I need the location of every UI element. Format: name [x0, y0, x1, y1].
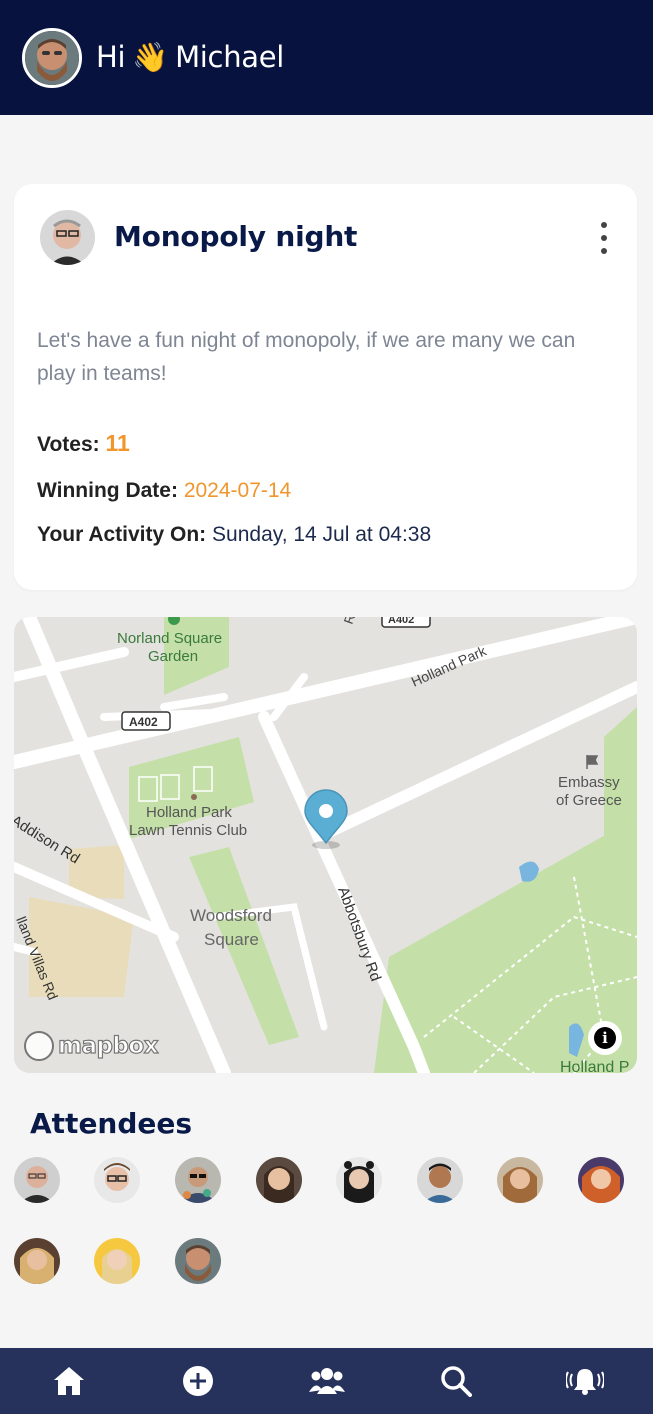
- top-app-bar: Hi 👋 Michael: [0, 0, 653, 115]
- winning-date-row: Winning Date: 2024-07-14: [37, 479, 291, 503]
- activity-row: Your Activity On: Sunday, 14 Jul at 04:3…: [37, 523, 431, 547]
- mapbox-logo-icon: [24, 1031, 54, 1061]
- more-options-icon[interactable]: [599, 222, 609, 254]
- nav-notifications[interactable]: [555, 1351, 615, 1411]
- nav-add[interactable]: [168, 1351, 228, 1411]
- attendee-avatar[interactable]: [94, 1238, 140, 1284]
- attendee-avatar[interactable]: [175, 1157, 221, 1203]
- user-name: Michael: [175, 40, 285, 74]
- attendee-avatar[interactable]: [14, 1157, 60, 1203]
- wave-icon: 👋: [132, 40, 169, 74]
- bottom-navigation: [0, 1348, 653, 1414]
- mapbox-watermark: mapbox: [57, 1032, 159, 1059]
- event-description: Let's have a fun night of monopoly, if w…: [37, 329, 576, 385]
- votes-label: Votes:: [37, 433, 100, 456]
- nav-groups[interactable]: [297, 1351, 357, 1411]
- nav-home[interactable]: [39, 1351, 99, 1411]
- map-label-norland: Norland Square: [117, 630, 222, 647]
- map-label-holland-bottom: Holland P: [560, 1059, 629, 1073]
- event-card: Monopoly night Let's have a fun night of…: [14, 184, 637, 590]
- add-circle-icon: [182, 1366, 213, 1396]
- mapbox-attribution[interactable]: mapbox: [24, 1031, 159, 1061]
- attendee-avatar[interactable]: [94, 1157, 140, 1203]
- map-label-embassy-1: Embassy: [558, 774, 620, 791]
- map-label-a402: A402: [129, 715, 158, 729]
- event-location-map[interactable]: A402 A402 Norland Square Garden Holland …: [14, 617, 637, 1073]
- map-label-garden: Garden: [148, 648, 198, 665]
- map-info-button[interactable]: i: [588, 1021, 622, 1055]
- activity-value: Sunday, 14 Jul at 04:38: [212, 523, 432, 546]
- map-label-woodsford-2: Square: [204, 930, 259, 949]
- attendee-avatar[interactable]: [497, 1157, 543, 1203]
- greeting-prefix: Hi: [96, 40, 126, 74]
- map-label-embassy-2: of Greece: [556, 792, 622, 809]
- activity-label: Your Activity On:: [37, 523, 207, 546]
- attendee-avatar[interactable]: [256, 1157, 302, 1203]
- map-label-tennis-1: Holland Park: [146, 804, 232, 821]
- host-avatar[interactable]: [40, 210, 95, 265]
- map-label-tennis-2: Lawn Tennis Club: [129, 822, 247, 839]
- home-icon: [53, 1367, 84, 1395]
- winning-date-label: Winning Date:: [37, 479, 178, 502]
- attendee-avatar[interactable]: [578, 1157, 624, 1203]
- attendee-avatar[interactable]: [336, 1157, 382, 1203]
- attendee-avatar[interactable]: [175, 1238, 221, 1284]
- greeting-text: Hi 👋 Michael: [96, 40, 291, 75]
- attendee-avatar[interactable]: [417, 1157, 463, 1203]
- notification-bell-icon: [565, 1369, 604, 1395]
- votes-row: Votes: 11: [37, 430, 130, 457]
- attendees-title: Attendees: [30, 1107, 193, 1140]
- winning-date-value: 2024-07-14: [183, 479, 292, 502]
- group-icon: [308, 1368, 345, 1394]
- map-label-a402-top: A402: [388, 617, 414, 626]
- info-icon: i: [594, 1027, 616, 1049]
- attendee-avatar[interactable]: [14, 1238, 60, 1284]
- user-avatar[interactable]: [22, 27, 82, 88]
- nav-search[interactable]: [426, 1351, 486, 1411]
- search-icon: [440, 1366, 472, 1397]
- event-title: Monopoly night: [114, 220, 358, 253]
- votes-value: 11: [105, 430, 130, 456]
- map-label-woodsford-1: Woodsford: [190, 906, 272, 925]
